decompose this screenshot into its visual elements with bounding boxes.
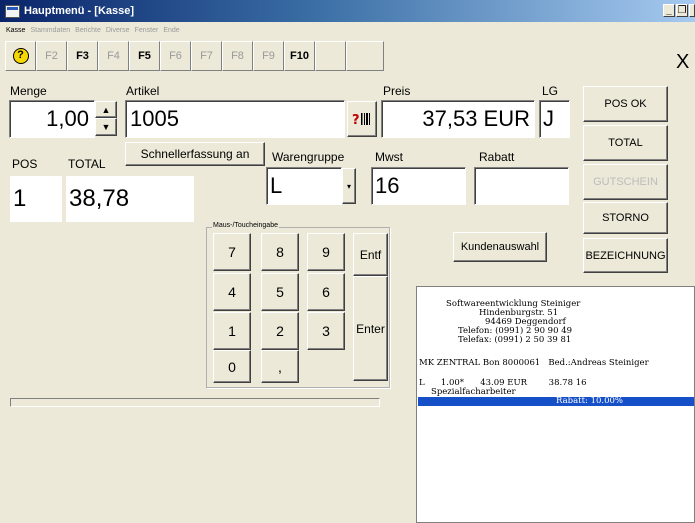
f4-button[interactable]: F4	[98, 41, 129, 71]
menu-fenster[interactable]: Fenster	[135, 27, 159, 34]
receipt-header-fax: Telefax: (0991) 2 50 39 81	[458, 335, 572, 345]
f7-button[interactable]: F7	[191, 41, 222, 71]
artikel-label: Artikel	[126, 84, 160, 98]
menu-stammdaten[interactable]: Stammdaten	[30, 27, 70, 34]
lg-field[interactable]: J	[539, 100, 570, 138]
numpad-key-7[interactable]: 7	[213, 233, 251, 271]
storno-button[interactable]: STORNO	[583, 202, 668, 234]
toolbar-empty-button-2[interactable]	[346, 41, 384, 71]
warengruppe-dropdown-button[interactable]: ▾	[342, 168, 356, 204]
warengruppe-value: L	[270, 173, 283, 198]
window-title: Hauptmenü - [Kasse]	[24, 5, 135, 17]
receipt-item-desc: Spezialfacharbeiter	[431, 387, 516, 397]
total-value: 38,78	[69, 185, 130, 212]
title-bar: Hauptmenü - [Kasse] _ ❐	[0, 0, 695, 22]
arrow-down-icon: ▼	[101, 122, 111, 132]
menu-bar: Kasse Stammdaten Berichte Diverse Fenste…	[0, 22, 695, 38]
numpad-key-0[interactable]: 0	[213, 350, 251, 383]
close-form-button[interactable]: X	[676, 52, 689, 72]
menu-diverse[interactable]: Diverse	[106, 27, 130, 34]
numpad-key-9[interactable]: 9	[307, 233, 345, 271]
menge-down-button[interactable]: ▼	[95, 118, 117, 136]
pos-display: 1	[10, 176, 62, 222]
numpad-entf-button[interactable]: Entf	[353, 233, 388, 276]
f5-button[interactable]: F5	[129, 41, 160, 71]
pos-value: 1	[13, 185, 27, 212]
f3-button[interactable]: F3	[67, 41, 98, 71]
preis-field[interactable]: 37,53 EUR	[381, 100, 535, 138]
receipt-highlight-row: Rabatt: 10.00%	[418, 397, 694, 406]
warengruppe-label: Warengruppe	[272, 150, 345, 164]
status-progress-bar	[10, 398, 380, 407]
help-button[interactable]: ?	[5, 41, 36, 71]
f10-button[interactable]: F10	[284, 41, 315, 71]
total-button[interactable]: TOTAL	[583, 125, 668, 161]
numpad-key-8[interactable]: 8	[261, 233, 299, 271]
minimize-button[interactable]: _	[663, 4, 675, 17]
help-icon: ?	[12, 48, 29, 64]
f8-button[interactable]: F8	[222, 41, 253, 71]
f2-button[interactable]: F2	[36, 41, 67, 71]
close-window-button[interactable]	[689, 4, 695, 17]
article-search-button[interactable]: ?	[347, 101, 377, 137]
mwst-label: Mwst	[375, 150, 403, 164]
receipt-rabatt-line: Rabatt: 10.00%	[556, 396, 623, 406]
artikel-value: 1005	[130, 106, 179, 131]
mwst-field[interactable]: 16	[371, 167, 466, 205]
menge-label: Menge	[10, 84, 47, 98]
preis-value: 37,53 EUR	[422, 106, 530, 131]
menge-field[interactable]: 1,00	[9, 100, 95, 138]
lg-label: LG	[542, 84, 559, 98]
numpad-key-6[interactable]: 6	[307, 273, 345, 311]
toolbar-empty-button-1[interactable]	[315, 41, 346, 71]
numpad-enter-button[interactable]: Enter	[353, 276, 388, 381]
receipt-bon-line: MK ZENTRAL Bon 8000061 Bed.:Andreas Stei…	[419, 358, 649, 368]
restore-button[interactable]: ❐	[676, 4, 688, 17]
warengruppe-select[interactable]: L	[266, 167, 342, 205]
numpad-key-comma[interactable]: ,	[261, 350, 299, 383]
menge-up-button[interactable]: ▲	[95, 101, 117, 118]
lg-value: J	[543, 106, 554, 131]
numpad-key-1[interactable]: 1	[213, 312, 251, 350]
f6-button[interactable]: F6	[160, 41, 191, 71]
gutschein-button[interactable]: GUTSCHEIN	[583, 164, 668, 200]
preis-label: Preis	[383, 84, 411, 98]
numpad-title: Maus-/Toucheingabe	[212, 222, 279, 229]
total-display: 38,78	[66, 176, 194, 222]
numpad-key-4[interactable]: 4	[213, 273, 251, 311]
schnellerfassung-button[interactable]: Schnellerfassung an	[125, 142, 265, 166]
numpad-key-5[interactable]: 5	[261, 273, 299, 311]
arrow-up-icon: ▲	[101, 104, 111, 115]
function-key-toolbar: ? F2 F3 F4 F5 F6 F7 F8 F9 F10	[5, 41, 384, 71]
numpad-key-3[interactable]: 3	[307, 312, 345, 350]
article-lookup-icon: ?	[352, 113, 370, 128]
menu-kasse[interactable]: Kasse	[6, 27, 25, 34]
pos-ok-button[interactable]: POS OK	[583, 86, 668, 122]
f9-button[interactable]: F9	[253, 41, 284, 71]
svg-text:?: ?	[352, 113, 360, 128]
menu-berichte[interactable]: Berichte	[75, 27, 101, 34]
rabatt-label: Rabatt	[479, 150, 515, 164]
numpad-key-2[interactable]: 2	[261, 312, 299, 350]
menu-ende[interactable]: Ende	[163, 27, 179, 34]
total-label: TOTAL	[68, 157, 106, 171]
rabatt-field[interactable]	[474, 167, 569, 205]
pos-label: POS	[12, 157, 38, 171]
artikel-field[interactable]: 1005	[125, 100, 345, 138]
receipt-preview: Softwareentwicklung Steiniger Hindenburg…	[416, 286, 695, 523]
menge-value: 1,00	[46, 106, 89, 131]
kundenauswahl-button[interactable]: Kundenauswahl	[453, 232, 547, 262]
mwst-value: 16	[375, 173, 400, 198]
chevron-down-icon: ▾	[346, 181, 351, 191]
app-icon	[5, 4, 20, 18]
bezeichnung-button[interactable]: BEZEICHNUNG	[583, 238, 668, 273]
